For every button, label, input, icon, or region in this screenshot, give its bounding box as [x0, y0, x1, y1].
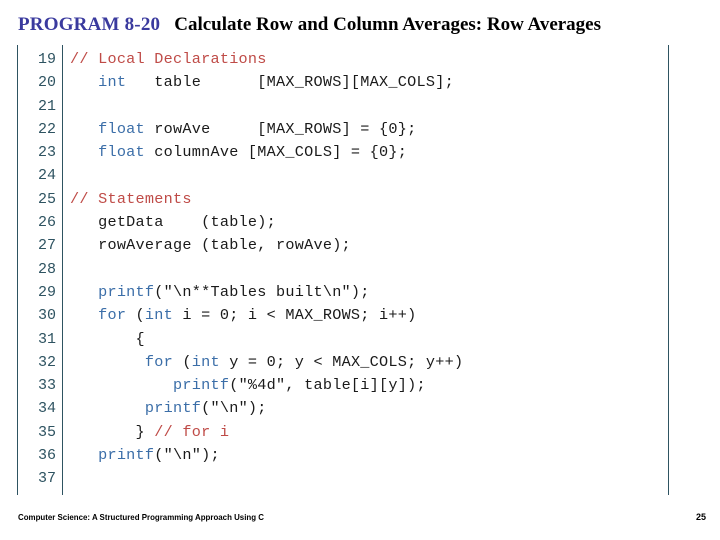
code-text: {: [70, 328, 145, 351]
code-plain: [70, 446, 98, 464]
code-plain: columnAve [MAX_COLS] = {0};: [144, 143, 408, 162]
line-number: 37: [37, 470, 56, 488]
code-line: 29 printf("\n**Tables built\n");: [17, 281, 669, 304]
code-line: 26 getData (table);: [17, 211, 669, 234]
code-line: 37: [17, 467, 669, 490]
line-number: 30: [37, 307, 56, 325]
line-number: 19: [37, 51, 56, 68]
code-line: 31 {: [17, 328, 669, 351]
code-text: float rowAve [MAX_ROWS] = {0};: [70, 118, 416, 141]
line-number: 24: [37, 167, 56, 185]
code-plain: ("\n");: [154, 446, 220, 465]
code-comment: // for i: [154, 422, 230, 441]
code-text: // Statements: [70, 188, 192, 211]
code-line: 32 for (int y = 0; y < MAX_COLS; y++): [17, 351, 669, 374]
line-number: 29: [37, 283, 56, 301]
code-line: 34 printf("\n");: [17, 397, 669, 420]
code-keyword: int: [98, 73, 127, 92]
code-plain: [70, 143, 98, 161]
code-plain: {: [70, 329, 145, 348]
code-keyword: int: [144, 306, 174, 325]
code-plain: getData (table);: [70, 213, 277, 232]
code-keyword: for: [144, 352, 174, 371]
code-text: printf("\n**Tables built\n");: [70, 281, 370, 304]
code-plain: table [MAX_ROWS][MAX_COLS];: [126, 73, 454, 92]
page-title: PROGRAM 8-20 Calculate Row and Column Ave…: [18, 14, 601, 36]
code-plain: [70, 306, 98, 324]
code-plain: ("%4d", table[i][y]);: [229, 376, 426, 395]
code-line: 27 rowAverage (table, rowAve);: [17, 234, 669, 257]
code-line: 36 printf("\n");: [17, 444, 669, 467]
code-text: getData (table);: [70, 211, 276, 234]
line-number: 25: [37, 190, 56, 208]
code-keyword: printf: [173, 376, 230, 395]
code-text: // Local Declarations: [70, 48, 267, 71]
code-plain: [70, 353, 145, 371]
code-plain: [70, 120, 98, 138]
line-number: 26: [37, 214, 56, 232]
code-keyword: printf: [98, 282, 155, 301]
code-text: rowAverage (table, rowAve);: [70, 234, 351, 257]
code-comment: // Local Declarations: [70, 50, 267, 68]
line-number: 31: [37, 330, 56, 348]
footer-page-number: 25: [695, 512, 706, 522]
code-plain: ("\n");: [201, 399, 267, 418]
code-line: 20 int table [MAX_ROWS][MAX_COLS];: [17, 71, 669, 94]
code-keyword: int: [191, 352, 220, 371]
line-number: 27: [37, 237, 56, 255]
code-plain: [70, 283, 98, 301]
line-number: 36: [37, 447, 56, 465]
code-plain: ("\n**Tables built\n");: [154, 282, 370, 301]
code-plain: [70, 73, 98, 91]
code-line: 19 // Local Declarations: [17, 48, 669, 71]
code-plain: y = 0; y < MAX_COLS; y++): [219, 352, 464, 371]
code-line: 33 printf("%4d", table[i][y]);: [17, 374, 669, 397]
code-keyword: for: [98, 306, 127, 325]
code-line-container: 19 // Local Declarations 20 int table [MAX…: [17, 48, 669, 491]
code-line: 24: [17, 164, 669, 187]
code-plain: (: [126, 306, 145, 325]
code-plain: }: [70, 422, 155, 441]
program-number-label: PROGRAM 8-20: [18, 14, 161, 35]
code-plain: rowAverage (table, rowAve);: [70, 236, 351, 255]
code-plain: [70, 399, 145, 417]
line-number: 34: [37, 400, 56, 418]
code-text: for (int y = 0; y < MAX_COLS; y++): [70, 351, 463, 374]
program-description-label: Calculate Row and Column Averages: Row A…: [174, 14, 602, 35]
code-line: 22 float rowAve [MAX_ROWS] = {0};: [17, 118, 669, 141]
code-plain: [70, 376, 173, 394]
code-plain: rowAve [MAX_ROWS] = {0};: [144, 119, 417, 138]
line-number: 22: [37, 120, 56, 138]
line-number: 20: [37, 74, 56, 92]
code-line: 28: [17, 258, 669, 281]
line-number: 28: [37, 260, 56, 278]
footer-book-title: Computer Science: A Structured Programmi…: [18, 512, 264, 522]
code-line: 30 for (int i = 0; i < MAX_ROWS; i++): [17, 304, 669, 327]
code-text: printf("\n");: [70, 397, 267, 420]
code-keyword: printf: [144, 399, 202, 418]
code-keyword: float: [98, 119, 145, 138]
code-text: float columnAve [MAX_COLS] = {0};: [70, 141, 407, 164]
code-plain: i = 0; i < MAX_ROWS; i++): [173, 306, 417, 325]
code-text: for (int i = 0; i < MAX_ROWS; i++): [70, 304, 416, 327]
code-keyword: printf: [98, 446, 155, 465]
line-number: 21: [37, 97, 56, 115]
code-text: printf("%4d", table[i][y]);: [70, 374, 426, 397]
code-line: 35 } // for i: [17, 421, 669, 444]
line-number: 23: [37, 144, 56, 162]
code-text: } // for i: [70, 421, 229, 444]
line-number: 32: [37, 353, 56, 371]
code-plain: (: [173, 352, 192, 371]
code-text: printf("\n");: [70, 444, 220, 467]
code-line: 25 // Statements: [17, 188, 669, 211]
code-line: 23 float columnAve [MAX_COLS] = {0};: [17, 141, 669, 164]
code-text: int table [MAX_ROWS][MAX_COLS];: [70, 71, 454, 94]
code-comment: // Statements: [70, 189, 192, 208]
line-number: 35: [37, 423, 56, 441]
code-keyword: float: [98, 143, 145, 162]
line-number: 33: [37, 377, 56, 395]
code-line: 21: [17, 95, 669, 118]
code-listing: 19 // Local Declarations 20 int table [MAX…: [17, 45, 669, 495]
